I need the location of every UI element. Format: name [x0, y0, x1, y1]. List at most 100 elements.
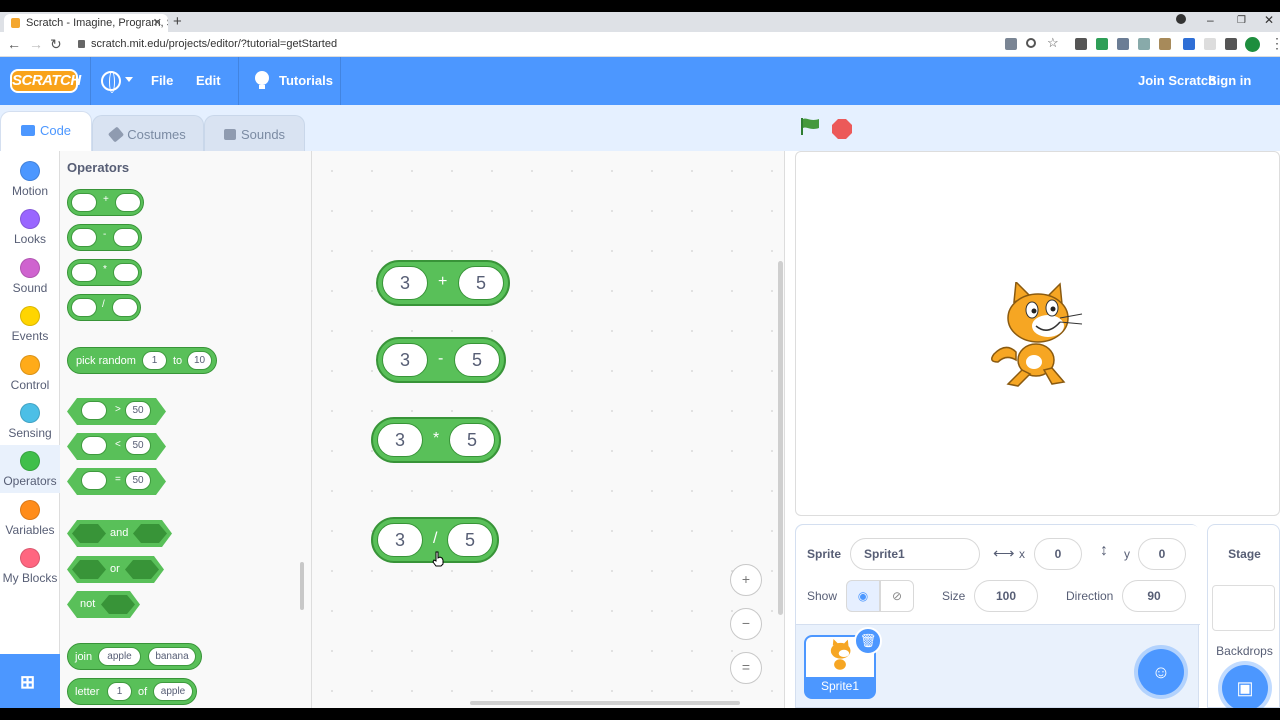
category-motion[interactable]: Motion [0, 155, 60, 203]
block-input[interactable] [71, 193, 97, 212]
tutorials-menu[interactable]: Tutorials [279, 73, 333, 88]
block-input[interactable] [71, 228, 97, 247]
zoom-in-button[interactable]: + [730, 564, 762, 596]
close-tab-icon[interactable]: ✕ [153, 16, 162, 29]
block-input[interactable]: apple [153, 682, 193, 701]
add-extension-button[interactable]: ⊞ [0, 654, 60, 708]
block-input[interactable] [71, 298, 97, 317]
category-my-blocks[interactable]: My Blocks [0, 542, 60, 590]
block-input[interactable]: apple [98, 647, 141, 666]
extensions-puzzle-icon[interactable] [1225, 38, 1237, 50]
boolean-slot[interactable] [72, 560, 106, 579]
boolean-slot[interactable] [101, 595, 135, 614]
join-scratch-link[interactable]: Join Scratch [1138, 73, 1216, 88]
backdrop-thumbnail[interactable] [1212, 585, 1275, 631]
block-input[interactable]: 1 [107, 682, 132, 701]
close-window-icon[interactable]: ✕ [1264, 13, 1274, 27]
block-input[interactable] [112, 298, 138, 317]
letter-of-block[interactable]: letter 1 of apple [67, 678, 197, 705]
edit-menu[interactable]: Edit [196, 73, 221, 88]
tab-sounds[interactable]: Sounds [204, 115, 305, 151]
zoom-reset-button[interactable]: = [730, 652, 762, 684]
stop-sign-icon[interactable] [832, 119, 852, 139]
block-input[interactable] [81, 401, 107, 420]
scratch-logo[interactable]: SCRATCH [10, 69, 81, 93]
zoom-out-button[interactable]: − [730, 608, 762, 640]
bookmark-star-icon[interactable]: ☆ [1047, 35, 1059, 51]
browser-tab[interactable]: Scratch - Imagine, Program, Sh ✕ [4, 14, 168, 32]
category-variables[interactable]: Variables [0, 494, 60, 542]
new-tab-icon[interactable]: + [173, 13, 182, 30]
block-input[interactable]: 5 [449, 423, 495, 457]
url-field[interactable]: scratch.mit.edu/projects/editor/?tutoria… [78, 38, 337, 50]
boolean-slot[interactable] [125, 560, 159, 579]
block-input[interactable]: 50 [125, 471, 151, 490]
zoom-page-icon[interactable] [1026, 38, 1036, 48]
size-input[interactable]: 100 [974, 580, 1038, 612]
block-input[interactable] [71, 263, 97, 282]
code-workspace[interactable]: 3 + 5 3 - 5 3 * 5 3 / 5 + − = [312, 151, 785, 708]
show-visible-button[interactable]: ◉ [846, 580, 880, 612]
show-hidden-button[interactable]: ⊘ [880, 580, 914, 612]
y-position-input[interactable]: 0 [1138, 538, 1186, 570]
x-position-input[interactable]: 0 [1034, 538, 1082, 570]
block-input[interactable]: 1 [142, 351, 167, 370]
extension-5-icon[interactable] [1159, 38, 1171, 50]
choose-sprite-button[interactable]: ☺ [1138, 649, 1184, 695]
block-input[interactable]: 10 [187, 351, 212, 370]
block-input[interactable]: 3 [377, 523, 423, 557]
block-input[interactable] [113, 263, 139, 282]
stage-selector[interactable]: Stage Backdrops ▣ [1207, 524, 1280, 708]
multiply-reporter-block[interactable]: * [67, 259, 142, 286]
block-input[interactable]: 3 [382, 343, 428, 377]
chrome-menu-icon[interactable]: ⋮ [1270, 35, 1280, 52]
sign-in-link[interactable]: Sign in [1208, 73, 1251, 88]
workspace-vertical-scrollbar[interactable] [778, 261, 783, 615]
block-input[interactable]: 3 [382, 266, 428, 300]
workspace-multiply-block[interactable]: 3 * 5 [371, 417, 501, 463]
extension-1-icon[interactable] [1075, 38, 1087, 50]
block-input[interactable] [115, 193, 141, 212]
pick-random-block[interactable]: pick random 1 to 10 [67, 347, 217, 374]
reload-icon[interactable]: ↻ [50, 36, 62, 53]
forward-icon[interactable]: → [29, 36, 43, 52]
restore-icon[interactable]: ❐ [1237, 15, 1246, 26]
extension-3-icon[interactable] [1117, 38, 1129, 50]
not-block[interactable]: not [67, 591, 140, 618]
delete-sprite-button[interactable]: 🗑 [854, 627, 882, 655]
divide-reporter-block[interactable]: / [67, 294, 141, 321]
category-control[interactable]: Control [0, 349, 60, 397]
category-sensing[interactable]: Sensing [0, 397, 60, 445]
less-than-block[interactable]: < 50 [67, 433, 166, 460]
block-input[interactable]: 50 [125, 401, 151, 420]
green-flag-icon[interactable] [800, 118, 820, 135]
workspace-add-block[interactable]: 3 + 5 [376, 260, 510, 306]
block-input[interactable] [113, 228, 139, 247]
add-reporter-block[interactable]: + [67, 189, 144, 216]
direction-input[interactable]: 90 [1122, 580, 1186, 612]
boolean-slot[interactable] [72, 524, 106, 543]
greater-than-block[interactable]: > 50 [67, 398, 166, 425]
category-looks[interactable]: Looks [0, 203, 60, 251]
category-sound[interactable]: Sound [0, 252, 60, 300]
extension-4-icon[interactable] [1138, 38, 1150, 50]
extension-7-icon[interactable] [1204, 38, 1216, 50]
minimize-icon[interactable]: – [1207, 13, 1214, 27]
language-globe-icon[interactable] [101, 71, 121, 93]
join-block[interactable]: join apple banana [67, 643, 202, 670]
choose-backdrop-button[interactable]: ▣ [1222, 665, 1268, 708]
translate-icon[interactable] [1005, 38, 1017, 50]
equals-block[interactable]: = 50 [67, 468, 166, 495]
or-block[interactable]: or [67, 556, 164, 583]
file-menu[interactable]: File [151, 73, 173, 88]
block-input[interactable]: banana [148, 647, 196, 666]
block-input[interactable]: 50 [125, 436, 151, 455]
palette-scrollbar[interactable] [300, 562, 304, 610]
back-icon[interactable]: ← [7, 36, 21, 52]
workspace-subtract-block[interactable]: 3 - 5 [376, 337, 506, 383]
block-input[interactable]: 5 [447, 523, 493, 557]
block-input[interactable] [81, 471, 107, 490]
block-input[interactable]: 5 [458, 266, 504, 300]
tab-code[interactable]: Code [0, 111, 92, 151]
subtract-reporter-block[interactable]: - [67, 224, 142, 251]
